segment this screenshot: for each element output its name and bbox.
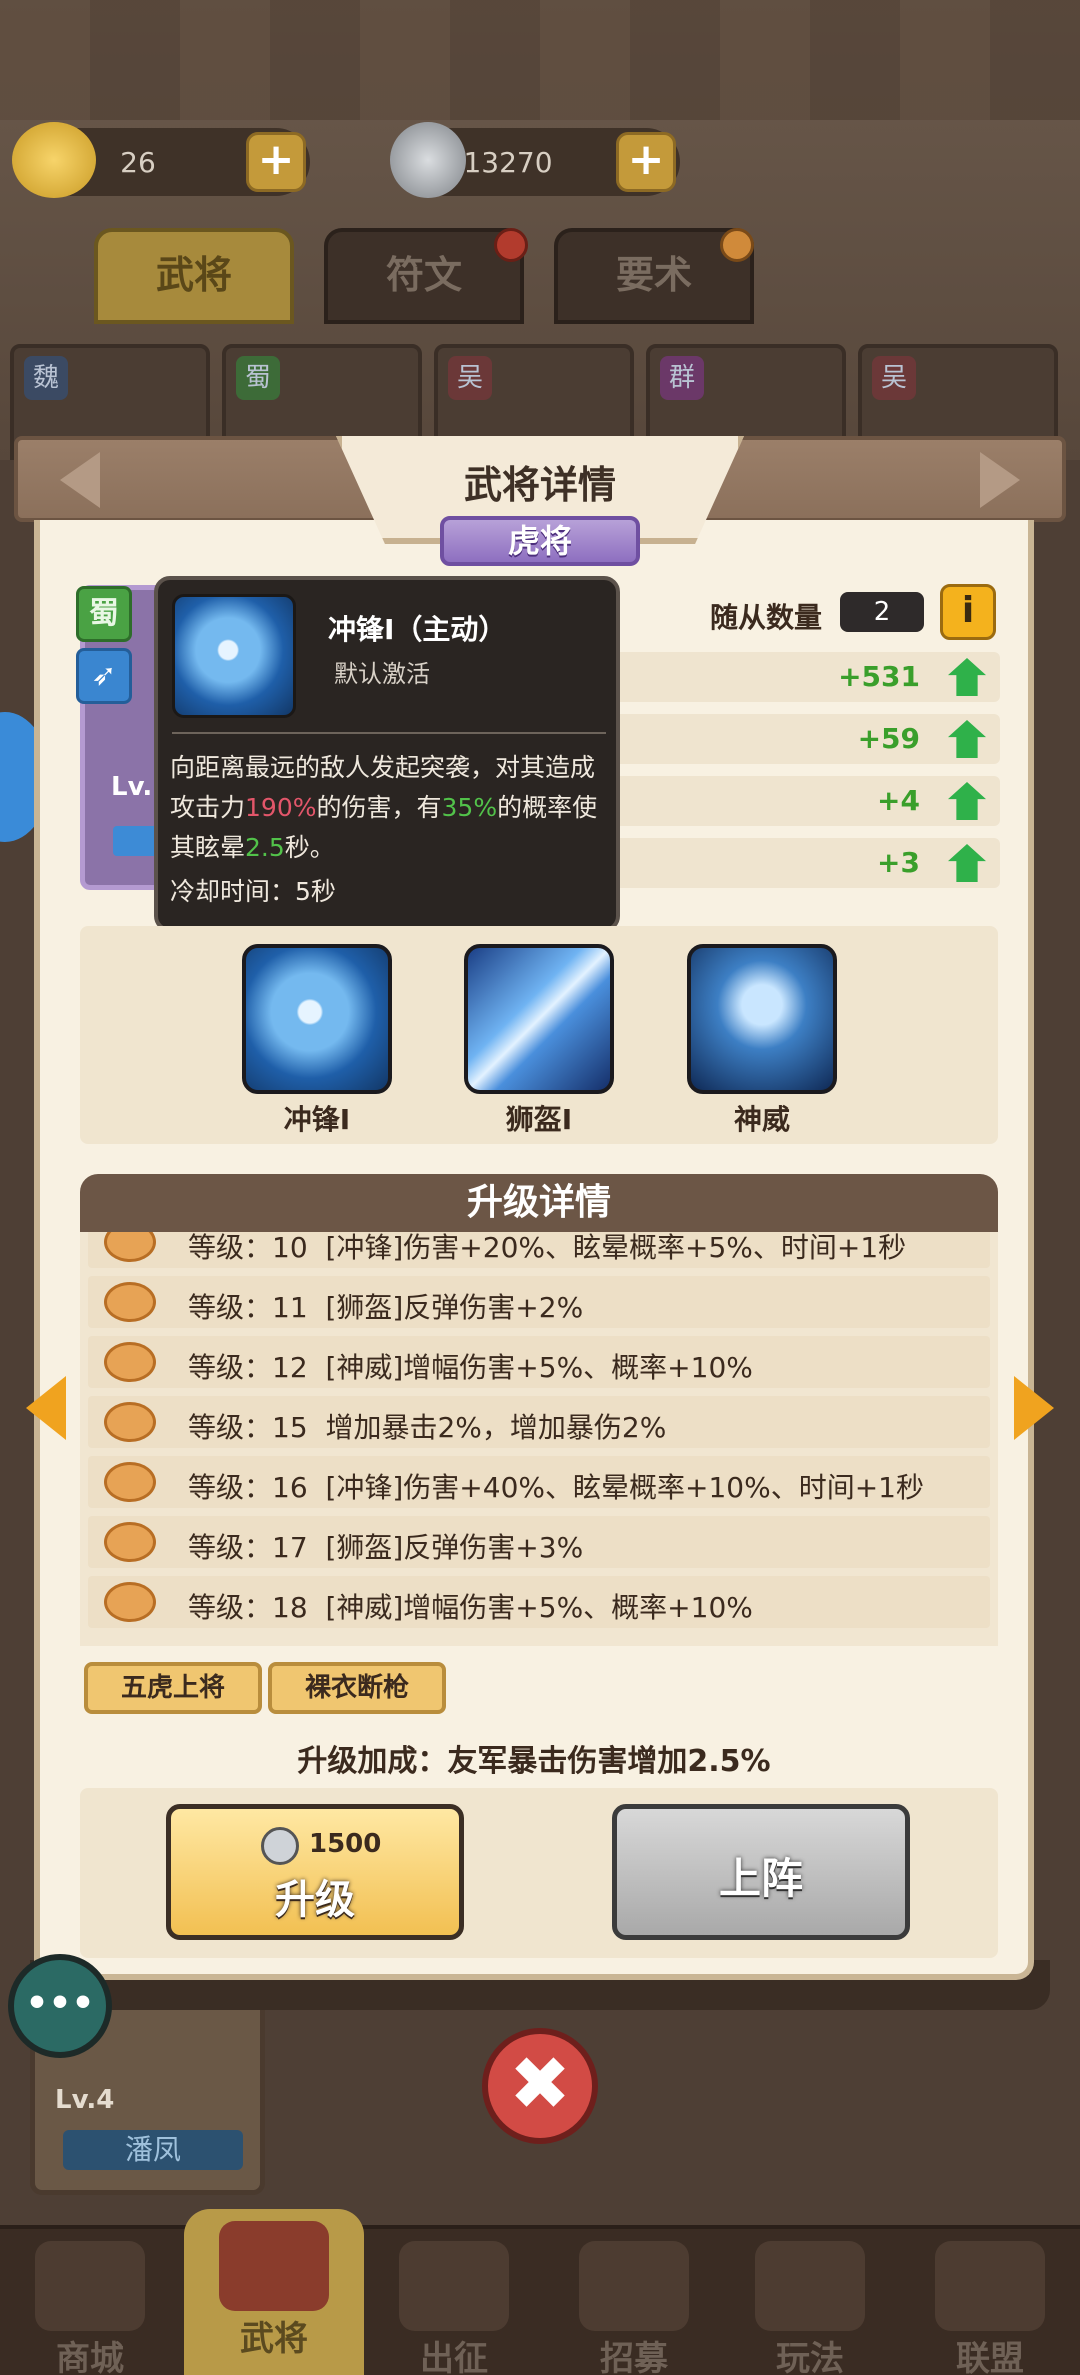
charge-skill-icon <box>242 944 392 1094</box>
tooltip-description: 向距离最远的敌人发起突袭，对其造成攻击力190%的伤害，有35%的概率使其眩晕2… <box>170 753 598 862</box>
upgrade-bonus-text: 升级加成：友军暴击伤害增加2.5% <box>297 1744 771 1779</box>
modal-title: 武将详情 <box>463 463 616 507</box>
upgrade-label: 升级 <box>275 1877 355 1923</box>
shop-icon <box>35 2241 145 2331</box>
nav-alliance[interactable]: 联盟 <box>900 2229 1080 2375</box>
charge-skill-icon <box>172 594 296 718</box>
nav-expedition[interactable]: 出征 <box>364 2229 544 2375</box>
coin-icon <box>104 1522 156 1562</box>
tooltip-skill-status: 默认激活 <box>334 660 430 688</box>
top-tabs: 武将 符文 要术 <box>0 228 1080 328</box>
expedition-icon <box>399 2241 509 2331</box>
nav-shop[interactable]: 商城 <box>0 2229 180 2375</box>
trait-tag[interactable]: 裸衣断枪 <box>268 1662 446 1714</box>
coin-icon <box>104 1232 156 1262</box>
banner-arrow-left <box>60 452 100 508</box>
coin-icon <box>104 1342 156 1382</box>
add-gold-button[interactable]: + <box>246 132 306 192</box>
faction-badge: 魏 <box>24 356 68 400</box>
coin-icon <box>390 122 466 198</box>
background-shelf <box>0 0 1080 120</box>
faction-badge: 群 <box>660 356 704 400</box>
retinue-label: 随从数量 <box>710 601 823 634</box>
upgrade-button[interactable]: 1500 升级 <box>166 1804 464 1940</box>
upgrade-cost: 1500 <box>309 1829 382 1859</box>
faction-badge: 蜀 <box>236 356 280 400</box>
list-item: 等级：10 [冲锋]伤害+20%、眩晕概率+5%、时间+1秒 <box>88 1232 990 1268</box>
stat-up-arrow-icon <box>948 720 986 758</box>
skill-charge[interactable]: 冲锋Ⅰ <box>242 944 392 1138</box>
previous-hero-arrow-icon[interactable] <box>26 1376 66 1440</box>
info-button[interactable]: i <box>940 584 996 640</box>
stat-up-arrow-icon <box>948 844 986 882</box>
stat-up-arrow-icon <box>948 782 986 820</box>
list-item: 等级：18 [神威]增幅伤害+5%、概率+10% <box>88 1576 990 1628</box>
list-item: 等级：11 [狮盔]反弹伤害+2% <box>88 1276 990 1328</box>
nav-generals[interactable]: 武将 <box>184 2209 364 2375</box>
coin-icon <box>261 1827 299 1865</box>
coin-currency: 13270 + <box>390 122 680 198</box>
coin-icon <box>104 1462 156 1502</box>
gold-ingot-icon <box>12 122 96 198</box>
bottom-nav: 商城 武将 出征 招募 玩法 联盟 <box>0 2209 1080 2375</box>
faction-badge: 吴 <box>448 356 492 400</box>
list-item: 等级：15 增加暴击2%，增加暴伤2% <box>88 1396 990 1448</box>
divine-might-skill-icon <box>687 944 837 1094</box>
spear-class-icon: ➶ <box>76 648 132 704</box>
coin-icon <box>104 1402 156 1442</box>
tab-generals[interactable]: 武将 <box>94 228 294 324</box>
skill-divine-might[interactable]: 神威 <box>687 944 837 1138</box>
divider <box>172 732 606 734</box>
stat-up-arrow-icon <box>948 658 986 696</box>
lion-helmet-skill-icon <box>464 944 614 1094</box>
upgrade-details-header: 升级详情 <box>80 1174 998 1232</box>
retinue-count: 2 <box>840 592 924 632</box>
upgrade-details-list[interactable]: 等级：10 [冲锋]伤害+20%、眩晕概率+5%、时间+1秒 等级：11 [狮盔… <box>80 1232 998 1646</box>
notification-dot <box>494 228 528 262</box>
scroll-icon <box>579 2241 689 2331</box>
deploy-button[interactable]: 上阵 <box>612 1804 910 1940</box>
tooltip-cooldown: 冷却时间：5秒 <box>170 877 336 906</box>
chat-bubble-icon[interactable]: ••• <box>8 1954 112 2058</box>
rank-badge: 虎将 <box>440 516 640 566</box>
coin-icon <box>104 1582 156 1622</box>
hero-name: 潘凤 <box>63 2130 243 2170</box>
skill-lion-helmet[interactable]: 狮盔Ⅰ <box>464 944 614 1138</box>
gold-currency: 26 + <box>12 122 310 198</box>
helmet-icon <box>219 2221 329 2311</box>
close-button[interactable]: ✖ <box>482 2028 598 2144</box>
faction-badge: 吴 <box>872 356 916 400</box>
hero-level: Lv.4 <box>55 2085 115 2115</box>
pagoda-icon <box>755 2241 865 2331</box>
nav-gameplay[interactable]: 玩法 <box>720 2229 900 2375</box>
list-item: 等级：12 [神威]增幅伤害+5%、概率+10% <box>88 1336 990 1388</box>
trait-tag[interactable]: 五虎上将 <box>84 1662 262 1714</box>
coin-icon <box>104 1282 156 1322</box>
deploy-label: 上阵 <box>718 1854 803 1903</box>
banner-arrow-right <box>980 452 1020 508</box>
next-hero-arrow-icon[interactable] <box>1014 1376 1054 1440</box>
list-item: 等级：17 [狮盔]反弹伤害+3% <box>88 1516 990 1568</box>
nav-recruit[interactable]: 招募 <box>544 2229 724 2375</box>
skill-tooltip: 冲锋Ⅰ（主动） 默认激活 向距离最远的敌人发起突袭，对其造成攻击力190%的伤害… <box>154 576 620 932</box>
notification-dot <box>720 228 754 262</box>
faction-shu-badge: 蜀 <box>76 586 132 642</box>
add-coin-button[interactable]: + <box>616 132 676 192</box>
flag-icon <box>935 2241 1045 2331</box>
list-item: 等级：16 [冲锋]伤害+40%、眩晕概率+10%、时间+1秒 <box>88 1456 990 1508</box>
tooltip-skill-name: 冲锋Ⅰ（主动） <box>328 613 507 646</box>
